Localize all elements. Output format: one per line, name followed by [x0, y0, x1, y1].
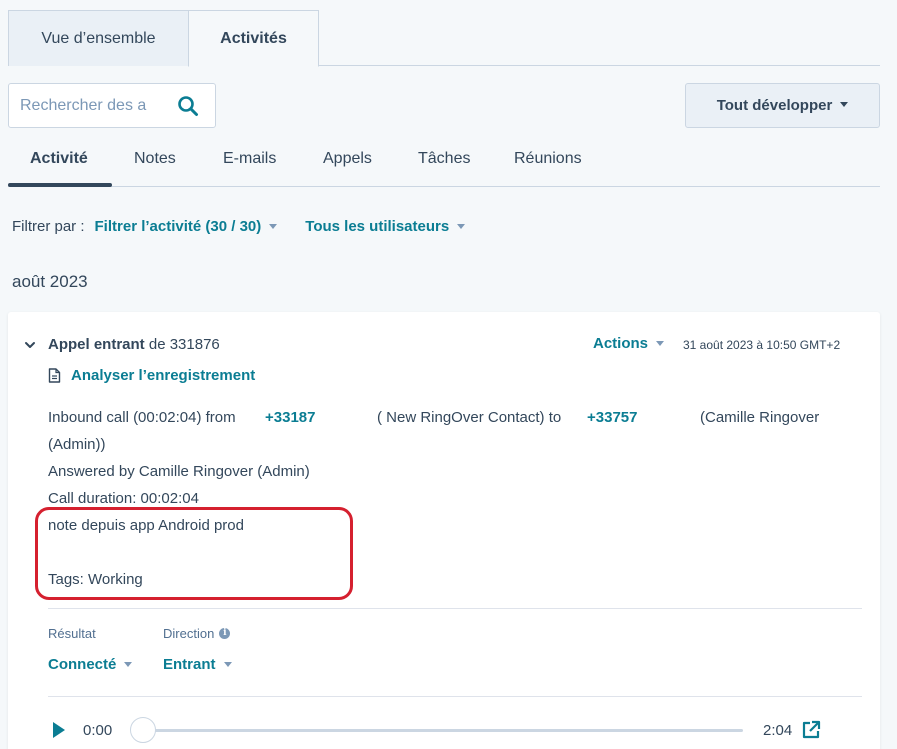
actions-label: Actions [593, 335, 649, 352]
chevron-down-icon [223, 661, 232, 667]
direction-label-wrap: Direction i [163, 626, 231, 641]
callee-name-text: (Camille Ringover [700, 409, 820, 426]
search-input[interactable] [20, 96, 160, 115]
search-icon[interactable] [177, 95, 199, 117]
direction-label: Direction [163, 626, 215, 641]
divider [48, 608, 862, 609]
tab-meetings[interactable]: Réunions [514, 150, 582, 168]
activity-filter-dropdown[interactable]: Filtrer l’activité (30 / 30) [95, 218, 278, 235]
users-filter-dropdown[interactable]: Tous les utilisateurs [305, 218, 466, 235]
divider [48, 696, 862, 697]
result-label: Résultat [48, 626, 96, 641]
analyse-recording-label: Analyser l’enregistrement [71, 367, 256, 384]
active-tab-indicator [8, 183, 112, 187]
month-heading: août 2023 [12, 272, 88, 291]
users-filter-label: Tous les utilisateurs [305, 218, 450, 235]
result-dropdown[interactable]: Connecté [48, 656, 133, 673]
analyse-recording-link[interactable]: Analyser l’enregistrement [48, 367, 255, 384]
activity-type-tabs: Activité Notes E-mails Appels Tâches Réu… [8, 140, 880, 187]
info-icon[interactable]: i [219, 628, 231, 639]
tab-notes[interactable]: Notes [134, 150, 176, 168]
top-tabs: Vue d’ensemble Activités [8, 10, 880, 67]
expand-all-button[interactable]: Tout développer [685, 83, 880, 128]
expand-all-label: Tout développer [716, 97, 833, 114]
actions-dropdown[interactable]: Actions [593, 335, 665, 352]
chevron-down-icon [124, 661, 133, 667]
result-value: Connecté [48, 656, 117, 673]
total-time: 2:04 [763, 722, 793, 739]
tab-calls[interactable]: Appels [323, 150, 372, 168]
filter-row: Filtrer par : Filtrer l’activité (30 / 3… [12, 218, 466, 235]
external-link-icon[interactable] [801, 720, 821, 740]
caller-number-link[interactable]: +33187 [265, 404, 315, 431]
document-icon [48, 368, 61, 383]
tab-overview[interactable]: Vue d’ensemble [8, 10, 189, 66]
chevron-down-icon [840, 102, 849, 107]
direction-value: Entrant [163, 656, 216, 673]
audio-player: 0:00 2:04 [48, 717, 848, 743]
call-activity-card: Appel entrant de 331876 Actions 31 août … [8, 312, 880, 749]
tab-emails[interactable]: E-mails [223, 150, 276, 168]
collapse-chevron-icon[interactable] [24, 340, 36, 350]
callee-number-link[interactable]: +33757 [587, 404, 637, 431]
card-title: Appel entrant de 331876 [48, 336, 220, 353]
annotation-highlight-box [35, 507, 353, 600]
tab-activities[interactable]: Activités [188, 10, 319, 67]
filter-label: Filtrer par : [12, 218, 85, 235]
direction-dropdown[interactable]: Entrant [163, 656, 232, 673]
call-summary-text: Inbound call (00:02:04) from [48, 409, 236, 426]
audio-progress-track[interactable] [143, 729, 743, 732]
chevron-down-icon [656, 340, 665, 346]
activity-timestamp: 31 août 2023 à 10:50 GMT+2 [683, 338, 841, 352]
play-icon[interactable] [53, 722, 65, 738]
audio-seek-handle[interactable] [130, 717, 156, 743]
chevron-down-icon [269, 223, 278, 229]
tab-tasks[interactable]: Tâches [418, 150, 470, 168]
call-duration-text: Call duration: 00:02:04 [48, 490, 199, 507]
tab-activity[interactable]: Activité [30, 150, 88, 168]
caller-id: de 331876 [148, 336, 220, 353]
chevron-down-icon [457, 223, 466, 229]
contact-text: ( New RingOver Contact) to [377, 409, 562, 426]
activity-filter-label: Filtrer l’activité (30 / 30) [94, 218, 262, 235]
callee-role-text: (Admin)) [48, 436, 106, 453]
call-type: Appel entrant [48, 336, 145, 353]
answered-by-text: Answered by Camille Ringover (Admin) [48, 463, 310, 480]
search-box [8, 83, 216, 128]
current-time: 0:00 [83, 722, 113, 739]
